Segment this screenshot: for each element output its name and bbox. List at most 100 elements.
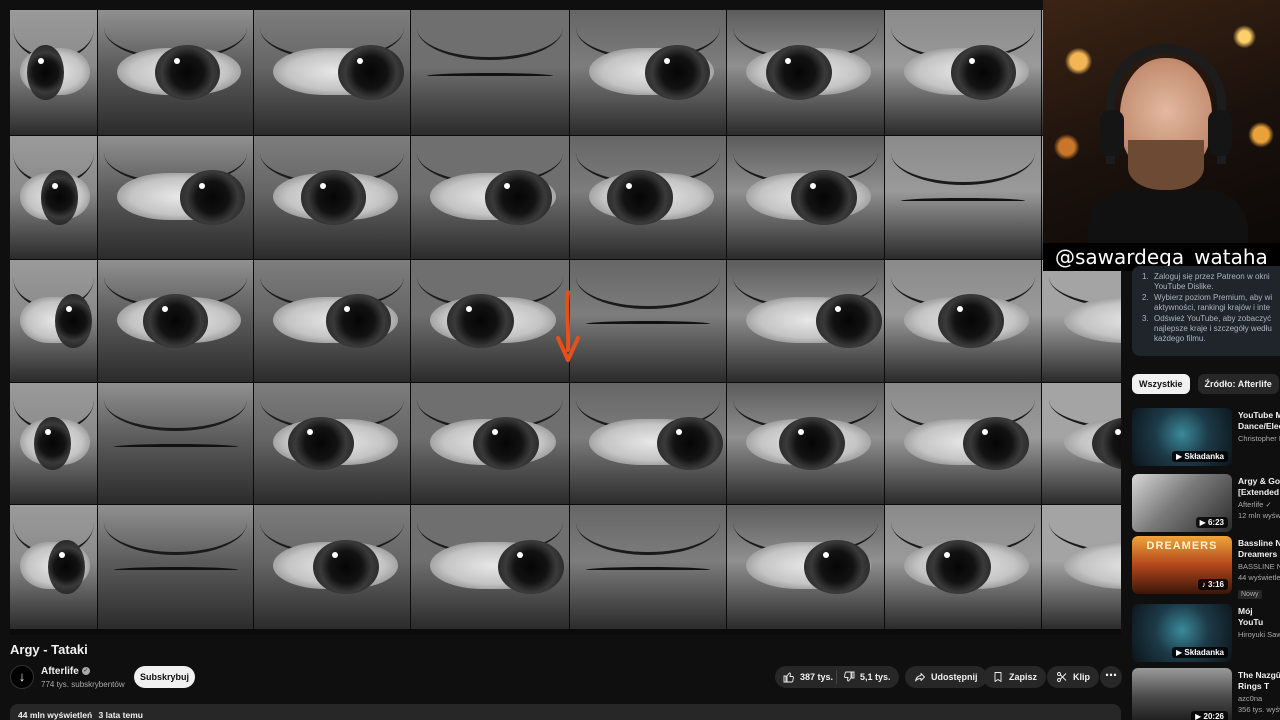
recommendation-filter-chips: WszystkieŹródło: AfterlifeP	[1132, 374, 1280, 394]
eye-tile	[727, 10, 884, 135]
video-title: Argy - Tataki	[10, 642, 88, 657]
eye-tile	[411, 260, 569, 382]
recommendation-channel[interactable]: BASSLINE NO	[1238, 561, 1280, 572]
channel-name-text[interactable]: Afterlife	[41, 666, 79, 677]
dislike-button[interactable]: 5,1 tys.	[843, 666, 891, 688]
subscriber-count: 774 tys. subskrybentów	[41, 680, 125, 689]
eye-tile	[885, 260, 1041, 382]
thumbs-down-icon	[844, 671, 855, 682]
recommendation-channel[interactable]: Afterlife ✓	[1238, 499, 1280, 510]
recommendation-meta: YouTube M Dance/Elec Christopher L	[1238, 410, 1280, 444]
recommendation-title[interactable]: The Nazgûl the	[1238, 670, 1280, 681]
eye-tile	[98, 505, 253, 629]
scissors-icon	[1057, 672, 1067, 682]
streamer-webcam	[1043, 0, 1280, 245]
eye-tile	[570, 383, 726, 504]
eye-tile	[570, 260, 726, 382]
recommendation-title[interactable]: YouTube M	[1238, 410, 1280, 421]
patreon-step-text: Odśwież YouTube, aby zobaczyć najlepsze …	[1154, 314, 1272, 343]
eye-tile	[98, 10, 253, 135]
recommendation-item[interactable]: ▶ Składanka YouTube M Dance/Elec Christophe…	[1132, 408, 1280, 470]
recommendation-thumbnail[interactable]: ▶ Składanka	[1132, 408, 1232, 466]
recommendation-thumbnail[interactable]: ▶ 20:26	[1132, 668, 1232, 720]
more-actions-button[interactable]: ⋯	[1100, 666, 1122, 688]
recommendation-meta: Bassline NODreamers |BASSLINE NO44 wyświ…	[1238, 538, 1280, 601]
eye-tile	[727, 260, 884, 382]
recommendation-channel[interactable]: Hiroyuki Saw	[1238, 629, 1280, 640]
eye-tile	[98, 136, 253, 259]
recommendation-thumbnail[interactable]: DREAMERS ♪ 3:16	[1132, 536, 1232, 594]
recommendation-channel[interactable]: azc0na	[1238, 693, 1280, 704]
recommendation-title[interactable]: Bassline NO	[1238, 538, 1280, 549]
patreon-step-number: 3.	[1142, 314, 1149, 323]
eye-tile	[1042, 260, 1121, 382]
patreon-step: 2. Wybierz poziom Premium, aby wi aktywno…	[1142, 293, 1280, 313]
recommendation-title-line2[interactable]: Rings T	[1238, 681, 1280, 692]
recommendation-title[interactable]: Mój	[1238, 606, 1280, 617]
patreon-step-text: Wybierz poziom Premium, aby wi aktywnośc…	[1154, 293, 1273, 312]
recommendation-thumbnail[interactable]: ▶ 6:23	[1132, 474, 1232, 532]
recommendation-item[interactable]: ▶ Składanka Mój YouTu Hiroyuki Saw	[1132, 604, 1280, 666]
eye-tile	[411, 383, 569, 504]
description-box[interactable]: 44 mln wyświetleń 3 lata temu	[10, 704, 1121, 720]
eye-tile	[570, 136, 726, 259]
recommendation-title-line2[interactable]: [Extended M	[1238, 487, 1280, 498]
recommendation-meta: The Nazgûl theRings Tazc0na356 tys. wyśw	[1238, 670, 1280, 715]
headphone-cup-left	[1100, 110, 1124, 156]
clip-label: Klip	[1073, 672, 1090, 682]
video-player[interactable]	[10, 10, 1121, 635]
eye-tile	[10, 136, 97, 259]
recommendation-item[interactable]: ▶ 6:23 Argy & Goo[Extended MAfterlife ✓12…	[1132, 474, 1280, 536]
eye-tile	[411, 505, 569, 629]
streamer-figure	[1088, 40, 1248, 245]
duration-badge: ♪ 3:16	[1197, 579, 1228, 590]
eye-tile	[10, 383, 97, 504]
new-badge: Nowy	[1238, 590, 1262, 599]
eye-tile	[411, 136, 569, 259]
recommendation-title-line2[interactable]: Dance/Elec	[1238, 421, 1280, 432]
patreon-step: 3. Odśwież YouTube, aby zobaczyć najlepsz…	[1142, 314, 1280, 344]
channel-name[interactable]: Afterlife ✓	[41, 666, 90, 677]
recommendation-item[interactable]: DREAMERS ♪ 3:16 Bassline NODreamers |BASSL…	[1132, 536, 1280, 601]
patreon-step-text: Zaloguj się przez Patreon w okni YouTube…	[1154, 272, 1270, 291]
eye-tile	[885, 10, 1041, 135]
recommendation-channel[interactable]: Christopher L	[1238, 433, 1280, 444]
save-button[interactable]: Zapisz	[983, 666, 1047, 688]
upload-age: 3 lata temu	[98, 710, 143, 720]
duration-badge: ▶ Składanka	[1172, 451, 1228, 462]
recommendation-thumbnail[interactable]: ▶ Składanka	[1132, 604, 1232, 662]
patreon-steps-list: 1. Zaloguj się przez Patreon w okni YouTu…	[1142, 272, 1280, 344]
eye-tile	[1042, 505, 1121, 629]
recommendation-item[interactable]: ▶ 20:26 The Nazgûl theRings Tazc0na356 ty…	[1132, 668, 1280, 720]
bookmark-icon	[994, 672, 1002, 682]
recommendation-title[interactable]: Argy & Goo	[1238, 476, 1280, 487]
eye-tile	[885, 136, 1041, 259]
like-button[interactable]: 387 tys.	[783, 666, 833, 688]
eye-tile	[727, 505, 884, 629]
share-button[interactable]: Udostępnij	[905, 666, 987, 688]
filter-chip[interactable]: Źródło: Afterlife	[1197, 374, 1279, 394]
filter-chip[interactable]: Wszystkie	[1132, 374, 1190, 394]
patreon-step-number: 1.	[1142, 272, 1149, 281]
headphone-cup-right	[1208, 110, 1232, 156]
eye-tile	[10, 505, 97, 629]
recommendation-views: 356 tys. wyśw	[1238, 705, 1280, 714]
verified-icon: ✓	[81, 667, 90, 676]
subscribe-button[interactable]: Subskrybuj	[134, 666, 195, 688]
like-divider	[836, 670, 837, 684]
eye-tile	[727, 383, 884, 504]
channel-avatar[interactable]: ↓	[10, 665, 34, 689]
save-label: Zapisz	[1009, 672, 1038, 682]
clip-button[interactable]: Klip	[1047, 666, 1099, 688]
orange-arrow-annotation	[556, 290, 580, 362]
recommendation-meta: Argy & Goo[Extended MAfterlife ✓12 mln w…	[1238, 476, 1280, 521]
recommendation-title-line2[interactable]: YouTu	[1238, 617, 1280, 628]
eye-tile	[254, 383, 410, 504]
recommendation-title-line2[interactable]: Dreamers |	[1238, 549, 1280, 560]
eye-tile	[254, 260, 410, 382]
view-count: 44 mln wyświetleń	[18, 710, 93, 720]
like-count: 387 tys.	[800, 672, 834, 682]
eye-tile	[411, 10, 569, 135]
eye-tile	[10, 10, 97, 135]
eye-tile	[885, 383, 1041, 504]
